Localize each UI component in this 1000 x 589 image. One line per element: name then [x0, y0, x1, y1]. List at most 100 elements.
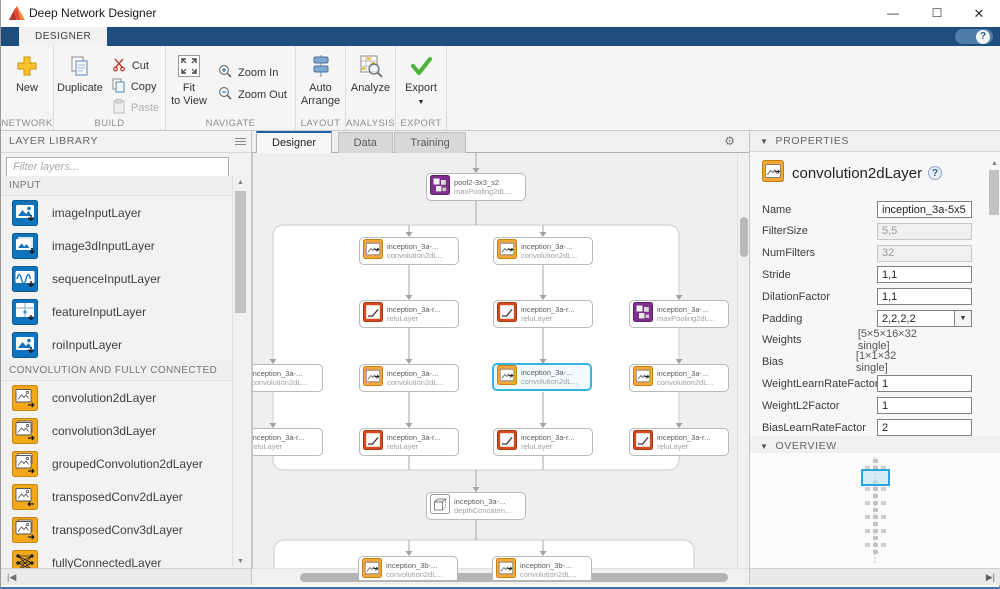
paste-button[interactable]: Paste	[106, 97, 165, 118]
canvas-tab-training[interactable]: Training	[394, 132, 465, 153]
node-labels: inception_3a-...convolution2dL...	[657, 369, 714, 387]
library-menu-icon[interactable]	[235, 136, 246, 147]
library-item-groupedConvolution2dLayer[interactable]: groupedConvolution2dLayer	[1, 447, 233, 480]
network-node-concat[interactable]: inception_3a-...depthConcaten...	[426, 492, 526, 520]
auto-arrange-button[interactable]: Auto Arrange	[296, 46, 345, 108]
network-node-maxpool[interactable]: inception_3a-...maxPooling2dL...	[629, 300, 729, 328]
canvas-vscrollbar[interactable]	[737, 153, 749, 568]
property-row-Stride: Stride	[762, 266, 972, 283]
overview-minimap[interactable]	[750, 453, 1000, 568]
properties-scrollbar-thumb[interactable]	[989, 170, 999, 215]
fit-to-view-button[interactable]: Fit to View	[166, 46, 212, 108]
concat-layer-icon	[430, 494, 450, 519]
overview-hscroll[interactable]: ▶|	[750, 568, 1000, 585]
network-node-conv[interactable]: inception_3a-...convolution2dL...	[492, 363, 592, 391]
stride-input[interactable]	[877, 266, 972, 283]
library-item-transposedConv3dLayer[interactable]: transposedConv3dLayer	[1, 513, 233, 546]
network-node-maxpool[interactable]: pool2-3x3_s2maxPooling2dL...	[426, 173, 526, 201]
padding-dropdown-icon[interactable]: ▼	[955, 310, 972, 327]
export-dropdown-icon[interactable]: ▼	[418, 96, 425, 109]
property-row-WeightLearnRateFactor: WeightLearnRateFactor	[762, 375, 972, 392]
analyze-button[interactable]: Analyze	[346, 46, 395, 95]
property-label: WeightLearnRateFactor	[762, 378, 877, 390]
canvas-tab-data[interactable]: Data	[338, 132, 393, 153]
network-node-conv[interactable]: inception_3a-...convolution2dL...	[359, 364, 459, 392]
cut-button[interactable]: Cut	[106, 55, 165, 76]
dilationfactor-input[interactable]	[877, 288, 972, 305]
canvas-vscrollbar-thumb[interactable]	[740, 217, 748, 257]
minimize-button[interactable]: —	[873, 0, 913, 27]
library-item-convolution3dLayer[interactable]: convolution3dLayer	[1, 414, 233, 447]
maximize-button[interactable]: ☐	[917, 0, 957, 27]
padding-input[interactable]	[877, 310, 955, 327]
library-item-sequenceInputLayer[interactable]: sequenceInputLayer	[1, 262, 233, 295]
library-scrollbar[interactable]: ▲ ▼	[232, 176, 247, 568]
network-node-conv[interactable]: inception_3a-...convolution2dL...	[629, 364, 729, 392]
scroll-up-icon[interactable]: ▲	[987, 157, 1000, 170]
library-scrollbar-thumb[interactable]	[235, 191, 246, 313]
node-type: reluLayer	[387, 442, 440, 451]
zoom-in-button[interactable]: Zoom In	[212, 62, 293, 84]
library-item-transposedConv2dLayer[interactable]: transposedConv2dLayer	[1, 480, 233, 513]
network-node-conv[interactable]: inception_3b-...convolution2dL...	[358, 556, 458, 580]
properties-scrollbar[interactable]: ▲ ▼	[987, 157, 1000, 437]
library-item-featureInputLayer[interactable]: featureInputLayer	[1, 295, 233, 328]
library-hscroll[interactable]: |◀	[1, 568, 251, 585]
network-node-relu[interactable]: inception_3a-r...reluLayer	[359, 428, 459, 456]
weightl2factor-input[interactable]	[877, 397, 972, 414]
node-type: maxPooling2dL...	[657, 314, 715, 323]
node-name: inception_3a-...	[252, 369, 308, 378]
analyze-icon	[359, 53, 383, 79]
zoom-out-button[interactable]: Zoom Out	[212, 84, 293, 106]
layer-library-panel: LAYER LIBRARY INPUTimageInputLayerimage3…	[1, 131, 252, 585]
property-row-Bias: Bias[1×1×32 single]	[762, 354, 917, 371]
help-button[interactable]: ?	[955, 29, 993, 44]
library-item-fullyConnectedLayer[interactable]: fullyConnectedLayer	[1, 546, 233, 568]
layer-help-icon[interactable]: ?	[928, 166, 942, 180]
network-node-relu[interactable]: inception_3a-r...reluLayer	[493, 300, 593, 328]
gear-icon[interactable]: ⚙	[724, 134, 735, 148]
network-node-conv[interactable]: inception_3b-...convolution2dL...	[492, 556, 592, 580]
node-name: inception_3a-r...	[657, 433, 710, 442]
tab-designer[interactable]: DESIGNER	[19, 27, 107, 46]
library-item-imageInputLayer[interactable]: imageInputLayer	[1, 196, 233, 229]
close-button[interactable]: ✕	[959, 0, 999, 27]
image3d-input-icon	[12, 233, 38, 259]
weightlearnratefactor-input[interactable]	[877, 375, 972, 392]
new-plus-icon	[16, 53, 38, 79]
library-item-convolution2dLayer[interactable]: convolution2dLayer	[1, 381, 233, 414]
node-labels: inception_3b-...convolution2dL...	[386, 561, 443, 579]
properties-header[interactable]: ▼PROPERTIES	[750, 131, 1000, 152]
property-row-Padding: Padding▼	[762, 310, 972, 327]
network-node-conv[interactable]: inception_3a-...convolution2dL...	[252, 364, 323, 392]
network-node-conv[interactable]: inception_3a-...convolution2dL...	[359, 237, 459, 265]
scroll-up-icon[interactable]: ▲	[233, 176, 248, 189]
library-item-roiInputLayer[interactable]: roiInputLayer	[1, 328, 233, 361]
duplicate-button[interactable]: Duplicate	[54, 46, 106, 95]
properties-panel: ▼PROPERTIES convolution2dLayer ? NameFil…	[749, 131, 1000, 585]
library-item-image3dInputLayer[interactable]: image3dInputLayer	[1, 229, 233, 262]
network-node-relu[interactable]: inception_3a-r...reluLayer	[252, 428, 323, 456]
network-node-relu[interactable]: inception_3a-r...reluLayer	[493, 428, 593, 456]
network-node-relu[interactable]: inception_3a-r...reluLayer	[359, 300, 459, 328]
canvas-tab-designer[interactable]: Designer	[256, 131, 332, 153]
scroll-down-icon[interactable]: ▼	[233, 555, 248, 568]
node-labels: inception_3a-...maxPooling2dL...	[657, 305, 715, 323]
conv3d-icon	[12, 418, 38, 444]
designer-canvas[interactable]: pool2-3x3_s2maxPooling2dL... inception_3a…	[252, 153, 749, 580]
zoom-in-icon	[218, 64, 233, 82]
node-type: reluLayer	[521, 442, 574, 451]
conv-layer-icon	[363, 366, 383, 391]
network-node-conv[interactable]: inception_3a-...convolution2dL...	[493, 237, 593, 265]
ribbon-group-analysis: Analyze ANALYSIS	[346, 46, 396, 130]
filter-layers-input[interactable]	[6, 157, 229, 177]
biaslearnratefactor-input[interactable]	[877, 419, 972, 436]
export-check-icon	[409, 53, 433, 79]
export-button[interactable]: Export ▼	[396, 46, 446, 109]
copy-button[interactable]: Copy	[106, 76, 165, 97]
library-item-label: roiInputLayer	[52, 338, 122, 352]
name-input[interactable]	[877, 201, 972, 218]
network-node-relu[interactable]: inception_3a-r...reluLayer	[629, 428, 729, 456]
layer-type-label: convolution2dLayer	[792, 165, 922, 182]
new-button[interactable]: New	[1, 46, 53, 95]
